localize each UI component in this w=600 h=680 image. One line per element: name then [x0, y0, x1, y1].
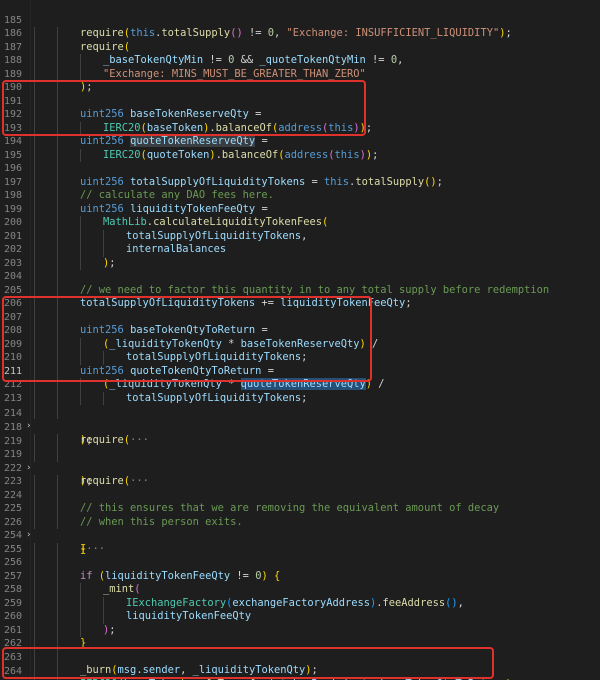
code-line[interactable]: 188 "Exchange: MINS_MUST_BE_GREATER_THAN…: [0, 41, 600, 81]
code-line[interactable]: 254 }: [0, 516, 600, 556]
code-line[interactable]: 222 );: [0, 448, 600, 489]
code-line[interactable]: 224 // this ensures that we are removing…: [0, 475, 600, 516]
code-line[interactable]: 223: [0, 462, 600, 502]
code-line[interactable]: 255: [0, 529, 600, 570]
code-line[interactable]: 200 totalSupplyOfLiquidityTokens,: [0, 203, 600, 243]
code-line[interactable]: 203: [0, 243, 600, 284]
code-line[interactable]: 187 _baseTokenQtyMin != 0 && _quoteToken…: [0, 27, 600, 68]
code-line[interactable]: 262: [0, 624, 600, 664]
code-line[interactable]: 196 uint256 totalSupplyOfLiquidityTokens…: [0, 149, 600, 189]
code-line[interactable]: 195: [0, 135, 600, 176]
code-line[interactable]: 261 }: [0, 610, 600, 651]
code-line-folded[interactable]: 214 › require(···: [0, 393, 600, 447]
code-line[interactable]: 202 );: [0, 230, 600, 270]
code-editor[interactable]: 185 require(this.totalSupply() != 0, "Ex…: [0, 0, 600, 680]
code-line-folded[interactable]: 219 › require(···: [0, 435, 600, 489]
code-line[interactable]: 204 // we need to factor this quantity i…: [0, 257, 600, 297]
code-line[interactable]: 256 if (liquidityTokenFeeQty != 0) {: [0, 543, 600, 583]
code-line[interactable]: 218 );: [0, 407, 600, 448]
highlight-box-reserves: [2, 80, 366, 136]
highlight-box-qty-to-return: [2, 296, 372, 382]
code-line[interactable]: 186 require(: [0, 14, 600, 54]
code-line[interactable]: 201 internalBalances: [0, 216, 600, 257]
highlight-box-transfers: [2, 647, 494, 679]
code-line[interactable]: 190: [0, 68, 600, 108]
code-line[interactable]: 257 _mint(: [0, 556, 600, 597]
code-line[interactable]: 199 MathLib.calculateLiquidityTokenFees(: [0, 189, 600, 230]
code-line[interactable]: 258 IExchangeFactory(exchangeFactoryAddr…: [0, 570, 600, 610]
code-line-folded[interactable]: 226 › {···: [0, 502, 600, 556]
code-line[interactable]: 259 liquidityTokenFeeQty: [0, 583, 600, 624]
code-line[interactable]: 189 );: [0, 54, 600, 95]
code-line[interactable]: 225 // when this person exits.: [0, 489, 600, 529]
code-line[interactable]: 260 );: [0, 597, 600, 637]
code-line[interactable]: 205 totalSupplyOfLiquidityTokens += liqu…: [0, 270, 600, 311]
code-line[interactable]: 219: [0, 421, 600, 462]
code-line[interactable]: 198 uint256 liquidityTokenFeeQty =: [0, 176, 600, 216]
code-line[interactable]: 197 // calculate any DAO fees here.: [0, 162, 600, 203]
code-line[interactable]: 185 require(this.totalSupply() != 0, "Ex…: [0, 0, 600, 41]
code-line[interactable]: 206: [0, 284, 600, 324]
